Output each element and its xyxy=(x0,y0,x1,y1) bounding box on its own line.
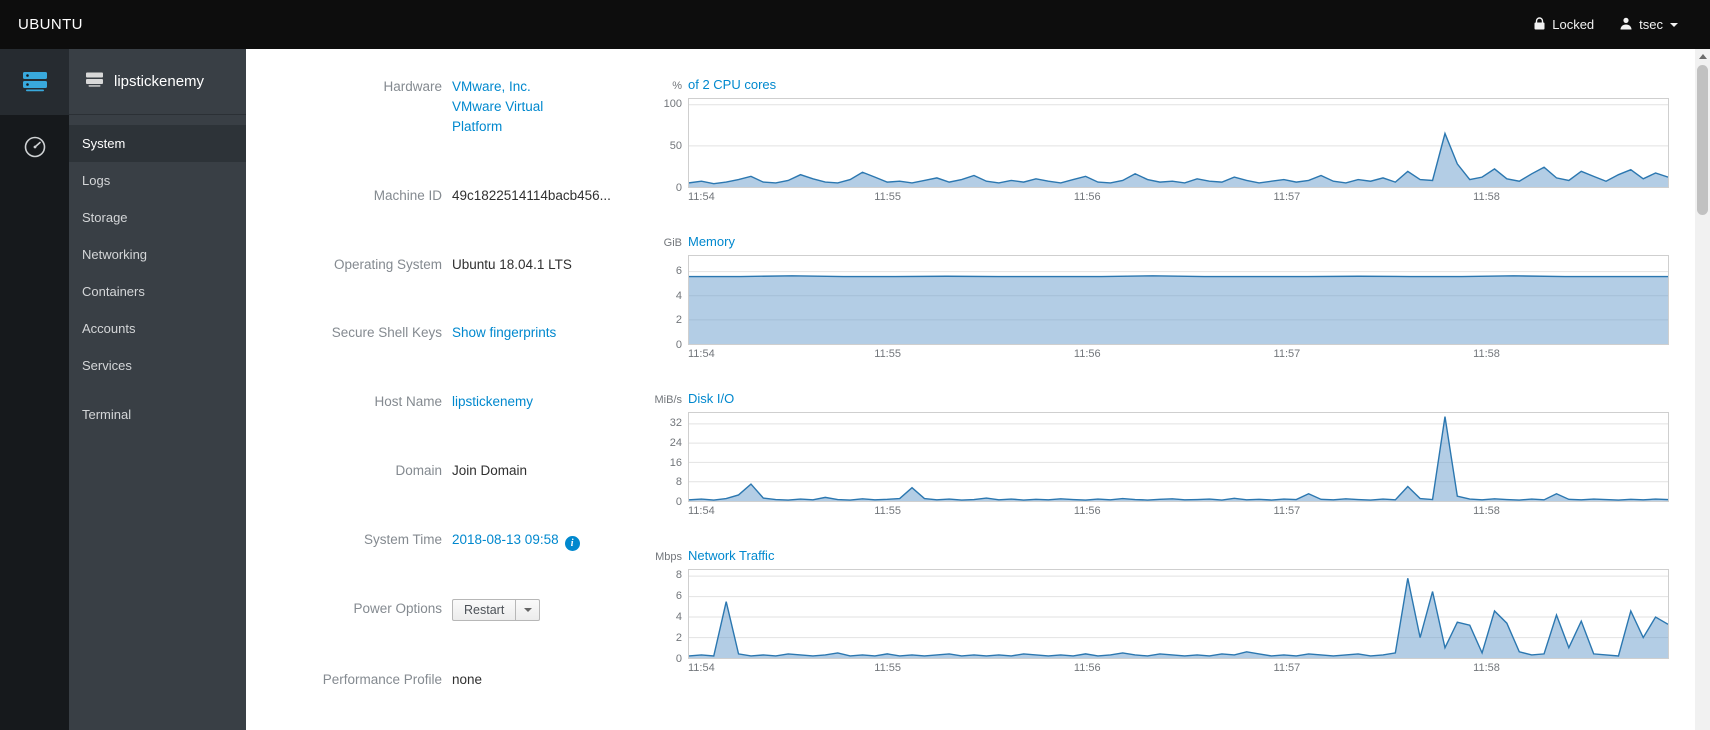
machine-id-label: Machine ID xyxy=(373,187,442,203)
chart-cpu: % of 2 CPU cores 0 50 100 11:54 11:55 11:56 1… xyxy=(650,77,1669,207)
memory-y-axis-labels: 0246 xyxy=(675,265,682,351)
network-y-axis-labels: 02468 xyxy=(675,569,682,665)
host-header[interactable]: lipstickenemy xyxy=(69,49,246,115)
machine-tile[interactable] xyxy=(0,49,69,115)
os-value: Ubuntu 18.04.1 LTS xyxy=(452,256,572,272)
disk-x-axis-labels: 11:54 11:55 11:56 11:57 11:58 xyxy=(688,505,1500,517)
memory-chart-plot xyxy=(688,255,1669,345)
chart-disk-io: MiB/s Disk I/O 0 8 16 24 32 11:54 11:55 11:56 1… xyxy=(650,391,1669,521)
user-name: tsec xyxy=(1639,17,1663,32)
ssh-keys-label: Secure Shell Keys xyxy=(331,325,442,341)
lock-icon xyxy=(1534,16,1545,33)
disk-chart-title-link[interactable]: Disk I/O xyxy=(688,391,734,406)
disk-unit-label: MiB/s xyxy=(654,394,683,406)
chevron-down-icon xyxy=(1670,22,1678,27)
hardware-label: Hardware xyxy=(383,79,442,94)
join-domain-value[interactable]: Join Domain xyxy=(452,461,642,481)
locked-indicator[interactable]: Locked xyxy=(1534,16,1595,33)
info-icon[interactable]: i xyxy=(564,535,580,551)
arrow-up-icon xyxy=(1698,54,1707,59)
brand-label: UBUNTU xyxy=(18,16,83,33)
chart-memory: GiB Memory 0246 11:54 11:55 11:56 11:57 11:5… xyxy=(650,234,1669,364)
dashboard-gauge-icon xyxy=(23,135,47,162)
domain-label: Domain xyxy=(395,462,442,478)
system-time-link[interactable]: 2018-08-13 09:58 xyxy=(452,532,559,547)
memory-unit-label: GiB xyxy=(663,237,682,249)
network-unit-label: Mbps xyxy=(655,551,682,563)
sidebar-item-logs[interactable]: Logs xyxy=(69,162,246,199)
user-icon xyxy=(1620,17,1632,33)
cpu-chart-title-link[interactable]: of 2 CPU cores xyxy=(688,77,776,92)
cpu-chart-plot xyxy=(688,98,1669,188)
restart-button[interactable]: Restart xyxy=(452,599,517,622)
host-name-link[interactable]: lipstickenemy xyxy=(452,394,533,409)
power-options-label: Power Options xyxy=(353,601,442,617)
chevron-down-icon xyxy=(523,608,532,613)
network-chart-plot xyxy=(688,569,1669,659)
dashboard-tile[interactable] xyxy=(0,115,69,181)
server-icon xyxy=(21,69,49,96)
sidebar-item-accounts[interactable]: Accounts xyxy=(69,310,246,347)
locked-label: Locked xyxy=(1552,17,1595,32)
show-fingerprints-link[interactable]: Show fingerprints xyxy=(452,325,556,340)
sidebar-item-storage[interactable]: Storage xyxy=(69,199,246,236)
power-dropdown-toggle[interactable] xyxy=(516,599,541,622)
sidebar-nav: System Logs Storage Networking Containers Acc… xyxy=(69,115,246,433)
cpu-unit-label: % xyxy=(672,80,682,92)
sidebar-item-networking[interactable]: Networking xyxy=(69,236,246,273)
sidebar-item-services[interactable]: Services xyxy=(69,347,246,384)
scrollbar[interactable] xyxy=(1695,49,1710,730)
hardware-link[interactable]: VMware, Inc. VMware Virtual Platform xyxy=(452,77,582,137)
network-x-axis-labels: 11:54 11:55 11:56 11:57 11:58 xyxy=(688,662,1500,674)
scrollbar-thumb[interactable] xyxy=(1697,65,1708,215)
memory-x-axis-labels: 11:54 11:55 11:56 11:57 11:58 xyxy=(688,348,1500,360)
performance-profile-label: Performance Profile xyxy=(322,672,442,688)
disk-y-axis-labels: 0 8 16 24 32 xyxy=(669,417,682,508)
chart-network: Mbps Network Traffic 02468 11:54 11:55 11:… xyxy=(650,548,1669,678)
cpu-x-axis-labels: 11:54 11:55 11:56 11:57 11:58 xyxy=(688,191,1500,203)
sidebar: lipstickenemy System Logs Storage Networkin… xyxy=(69,49,246,730)
scrollbar-up-arrow[interactable] xyxy=(1695,49,1710,64)
disk-chart-plot xyxy=(688,412,1669,502)
network-chart-title-link[interactable]: Network Traffic xyxy=(688,548,774,563)
charts-column: % of 2 CPU cores 0 50 100 11:54 11:55 11:56 1… xyxy=(650,77,1669,730)
machine-id-value: 49c1822514114bacb456... xyxy=(452,187,611,203)
sidebar-item-terminal[interactable]: Terminal xyxy=(69,396,246,433)
cpu-y-axis-labels: 0 50 100 xyxy=(663,97,682,194)
os-label: Operating System xyxy=(333,256,442,272)
system-time-label: System Time xyxy=(363,531,442,547)
memory-chart-title-link[interactable]: Memory xyxy=(688,234,735,249)
host-server-icon xyxy=(85,71,104,92)
masthead: UBUNTU Locked tsec xyxy=(0,0,1710,49)
host-name-label: lipstickenemy xyxy=(114,73,205,90)
system-details: Hardware VMware, Inc. VMware Virtual Pla… xyxy=(282,77,650,730)
sidebar-item-system[interactable]: System xyxy=(69,125,246,162)
host-switcher-strip xyxy=(0,49,69,730)
user-menu[interactable]: tsec xyxy=(1620,17,1678,33)
performance-profile-value: none xyxy=(452,672,483,688)
system-page: Hardware VMware, Inc. VMware Virtual Pla… xyxy=(246,49,1695,730)
host-name-field-label: Host Name xyxy=(374,394,442,410)
sidebar-item-containers[interactable]: Containers xyxy=(69,273,246,310)
